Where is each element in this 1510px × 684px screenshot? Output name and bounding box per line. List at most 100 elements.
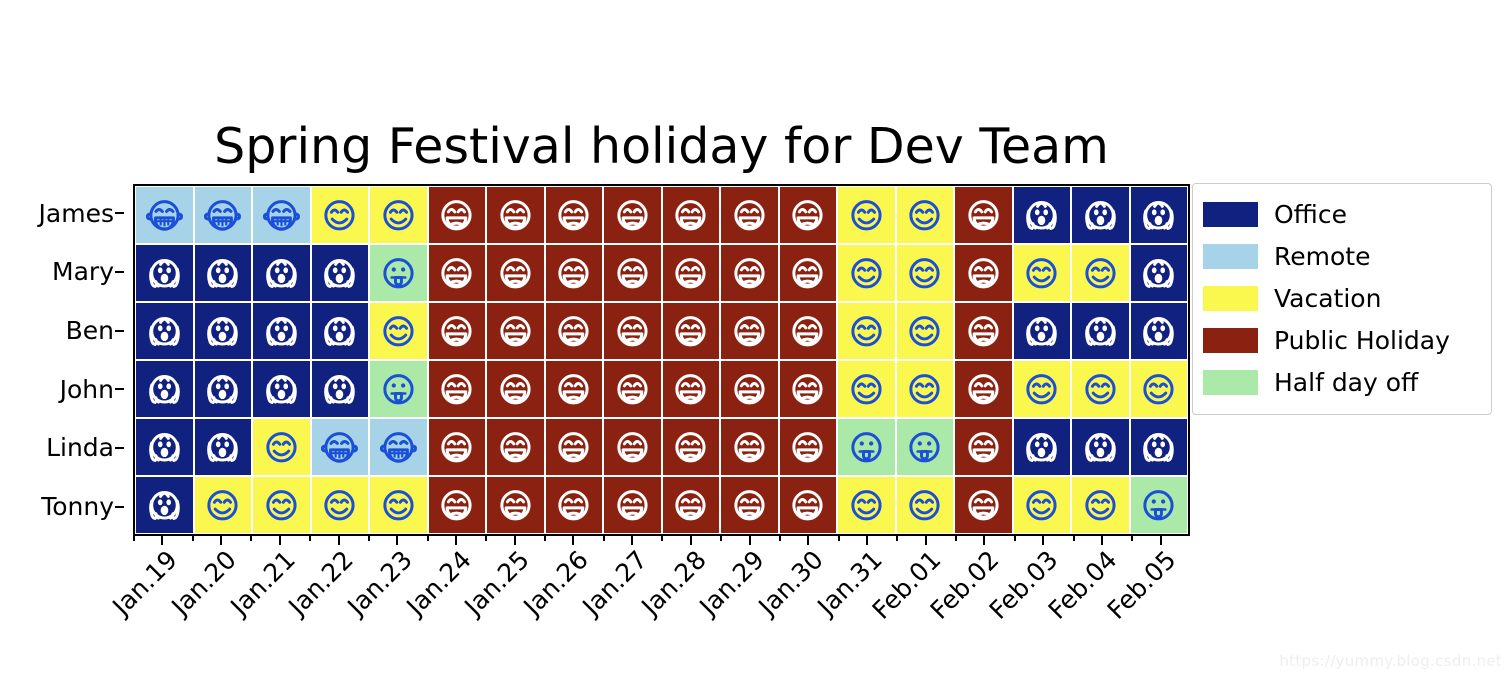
- heatmap-cell[interactable]: [369, 360, 428, 418]
- heatmap-cell[interactable]: [193, 476, 252, 534]
- heatmap-cell[interactable]: [1071, 244, 1130, 302]
- heatmap-cell[interactable]: [193, 302, 252, 360]
- heatmap-cell[interactable]: [837, 244, 896, 302]
- heatmap-cell[interactable]: [252, 244, 311, 302]
- heatmap-cell[interactable]: [1071, 186, 1130, 244]
- heatmap-cell[interactable]: [310, 418, 369, 476]
- heatmap-cell[interactable]: [895, 302, 954, 360]
- heatmap-cell[interactable]: [486, 360, 545, 418]
- heatmap-cell[interactable]: [369, 302, 428, 360]
- heatmap-cell[interactable]: [954, 244, 1013, 302]
- heatmap-cell[interactable]: [544, 476, 603, 534]
- heatmap-cell[interactable]: [486, 476, 545, 534]
- heatmap-cell[interactable]: [720, 360, 779, 418]
- legend-item-vacation[interactable]: Vacation: [1203, 277, 1481, 319]
- heatmap-cell[interactable]: [369, 186, 428, 244]
- heatmap-cell[interactable]: [310, 302, 369, 360]
- heatmap-cell[interactable]: [837, 476, 896, 534]
- heatmap-cell[interactable]: [661, 302, 720, 360]
- heatmap-cell[interactable]: [720, 244, 779, 302]
- heatmap-cell[interactable]: [1129, 186, 1188, 244]
- heatmap-cell[interactable]: [1012, 418, 1071, 476]
- heatmap-cell[interactable]: [135, 186, 194, 244]
- heatmap-cell[interactable]: [486, 186, 545, 244]
- heatmap-cell[interactable]: [193, 244, 252, 302]
- heatmap-cell[interactable]: [135, 302, 194, 360]
- heatmap-cell[interactable]: [544, 244, 603, 302]
- heatmap-cell[interactable]: [603, 302, 662, 360]
- heatmap-cell[interactable]: [1071, 360, 1130, 418]
- heatmap-cell[interactable]: [252, 360, 311, 418]
- heatmap-cell[interactable]: [837, 186, 896, 244]
- heatmap-cell[interactable]: [603, 360, 662, 418]
- heatmap-cell[interactable]: [603, 244, 662, 302]
- heatmap-cell[interactable]: [135, 418, 194, 476]
- heatmap-cell[interactable]: [135, 360, 194, 418]
- heatmap-cell[interactable]: [135, 244, 194, 302]
- heatmap-cell[interactable]: [661, 476, 720, 534]
- heatmap-cell[interactable]: [895, 476, 954, 534]
- heatmap-cell[interactable]: [1129, 302, 1188, 360]
- heatmap-cell[interactable]: [1071, 302, 1130, 360]
- heatmap-cell[interactable]: [603, 418, 662, 476]
- heatmap-cell[interactable]: [1012, 360, 1071, 418]
- heatmap-cell[interactable]: [778, 186, 837, 244]
- heatmap-cell[interactable]: [135, 476, 194, 534]
- heatmap-cell[interactable]: [193, 360, 252, 418]
- legend-item-half-day[interactable]: Half day off: [1203, 361, 1481, 403]
- heatmap-cell[interactable]: [778, 418, 837, 476]
- heatmap-cell[interactable]: [1012, 476, 1071, 534]
- heatmap-cell[interactable]: [252, 302, 311, 360]
- heatmap-cell[interactable]: [720, 302, 779, 360]
- heatmap-cell[interactable]: [661, 186, 720, 244]
- heatmap-cell[interactable]: [544, 418, 603, 476]
- heatmap-cell[interactable]: [837, 418, 896, 476]
- heatmap-cell[interactable]: [954, 360, 1013, 418]
- heatmap-cell[interactable]: [427, 186, 486, 244]
- heatmap-cell[interactable]: [427, 244, 486, 302]
- heatmap-cell[interactable]: [310, 244, 369, 302]
- heatmap-cell[interactable]: [895, 418, 954, 476]
- heatmap-cell[interactable]: [427, 418, 486, 476]
- heatmap-cell[interactable]: [954, 476, 1013, 534]
- heatmap-cell[interactable]: [1071, 476, 1130, 534]
- heatmap-cell[interactable]: [427, 302, 486, 360]
- heatmap-cell[interactable]: [1129, 476, 1188, 534]
- heatmap-cell[interactable]: [954, 302, 1013, 360]
- heatmap-cell[interactable]: [954, 186, 1013, 244]
- legend-item-public-holiday[interactable]: Public Holiday: [1203, 319, 1481, 361]
- heatmap-cell[interactable]: [369, 476, 428, 534]
- heatmap-cell[interactable]: [1012, 186, 1071, 244]
- heatmap-cell[interactable]: [954, 418, 1013, 476]
- heatmap-cell[interactable]: [544, 302, 603, 360]
- heatmap-cell[interactable]: [310, 186, 369, 244]
- heatmap-cell[interactable]: [661, 244, 720, 302]
- heatmap-cell[interactable]: [895, 244, 954, 302]
- heatmap-cell[interactable]: [837, 360, 896, 418]
- heatmap-cell[interactable]: [1129, 360, 1188, 418]
- heatmap-cell[interactable]: [1129, 418, 1188, 476]
- heatmap-cell[interactable]: [252, 186, 311, 244]
- heatmap-cell[interactable]: [720, 186, 779, 244]
- heatmap-cell[interactable]: [193, 418, 252, 476]
- heatmap-cell[interactable]: [778, 360, 837, 418]
- heatmap-cell[interactable]: [720, 476, 779, 534]
- heatmap-cell[interactable]: [837, 302, 896, 360]
- legend-item-remote[interactable]: Remote: [1203, 235, 1481, 277]
- heatmap-cell[interactable]: [486, 418, 545, 476]
- heatmap-cell[interactable]: [603, 476, 662, 534]
- heatmap-cell[interactable]: [252, 476, 311, 534]
- heatmap-cell[interactable]: [369, 418, 428, 476]
- heatmap-cell[interactable]: [603, 186, 662, 244]
- heatmap-cell[interactable]: [193, 186, 252, 244]
- heatmap-cell[interactable]: [661, 418, 720, 476]
- heatmap-cell[interactable]: [1012, 302, 1071, 360]
- heatmap-cell[interactable]: [310, 360, 369, 418]
- heatmap-cell[interactable]: [427, 476, 486, 534]
- heatmap-cell[interactable]: [486, 302, 545, 360]
- heatmap-cell[interactable]: [252, 418, 311, 476]
- heatmap-cell[interactable]: [1071, 418, 1130, 476]
- heatmap-cell[interactable]: [720, 418, 779, 476]
- heatmap-cell[interactable]: [661, 360, 720, 418]
- heatmap-cell[interactable]: [778, 302, 837, 360]
